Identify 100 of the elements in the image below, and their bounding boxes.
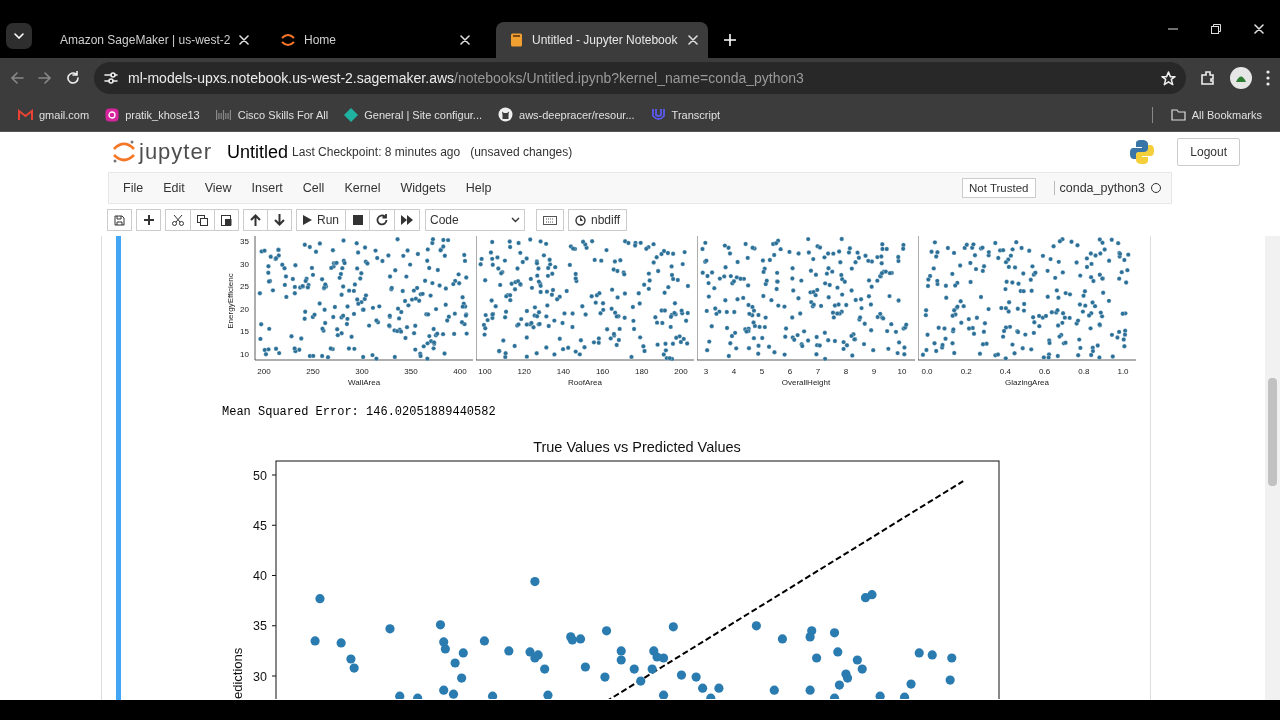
save-button[interactable] bbox=[107, 209, 132, 231]
tick-label: 300 bbox=[355, 367, 369, 376]
tick-label: 140 bbox=[556, 367, 571, 376]
copy-button[interactable] bbox=[190, 209, 215, 231]
menu-item[interactable]: Help bbox=[455, 181, 502, 195]
close-icon bbox=[238, 35, 249, 45]
browser-tab[interactable]: Untitled - Jupyter Notebook bbox=[496, 22, 708, 58]
bookmark-link[interactable]: pratik_khose13 bbox=[99, 102, 206, 127]
run-all-button[interactable] bbox=[394, 209, 420, 231]
tick-label: 200 bbox=[257, 367, 271, 376]
browser-tab[interactable]: Home bbox=[268, 22, 480, 58]
logo-text: jupyter bbox=[139, 139, 213, 165]
tick-label: 3 bbox=[703, 367, 709, 376]
forward-icon bbox=[38, 71, 52, 85]
mail-icon bbox=[18, 108, 33, 121]
more-icon bbox=[1266, 70, 1270, 86]
browser-tab[interactable]: Amazon SageMaker | us-west-2 bbox=[40, 22, 252, 58]
tick-label: 8 bbox=[843, 367, 849, 376]
more-menu-button[interactable] bbox=[1266, 70, 1270, 86]
tick-label: 9 bbox=[871, 367, 877, 376]
python-logo-icon bbox=[1129, 139, 1156, 165]
bars-icon bbox=[215, 108, 232, 121]
menu-item[interactable]: Kernel bbox=[334, 181, 391, 195]
bookmark-link[interactable]: aws-deepracer/resour... bbox=[492, 102, 641, 127]
reload-button[interactable] bbox=[66, 71, 80, 85]
tick-label: 4 bbox=[731, 367, 737, 376]
tick-label: 0.6 bbox=[1039, 367, 1051, 376]
address-bar[interactable]: ml-models-upxs.notebook.us-west-2.sagemaker.aws/notebooks/Untitled.ipynb?kernel_name=conda_python3 bbox=[94, 62, 1186, 94]
restore-icon bbox=[1210, 24, 1221, 34]
bookmark-link[interactable]: Cisco Skills For All bbox=[209, 102, 335, 127]
logout-button[interactable]: Logout bbox=[1177, 138, 1240, 166]
close-button[interactable] bbox=[238, 35, 249, 45]
keyboard-button[interactable] bbox=[536, 209, 564, 231]
tick-label: 5 bbox=[759, 367, 765, 376]
stop-button[interactable] bbox=[345, 209, 370, 231]
tick-label: 15 bbox=[240, 327, 249, 337]
tick-label: 25 bbox=[240, 282, 249, 292]
close-button[interactable] bbox=[460, 35, 470, 45]
axis-label: EnergyEfficienc bbox=[226, 273, 235, 329]
bookmarks-folder[interactable]: All Bookmarks bbox=[1164, 102, 1268, 127]
clock-icon bbox=[575, 214, 586, 226]
axis-label: GlazingArea bbox=[1005, 378, 1049, 387]
tick-label: 180 bbox=[635, 367, 649, 376]
bookmark-link[interactable]: Transcript bbox=[644, 102, 727, 127]
close-button[interactable] bbox=[688, 35, 698, 45]
tick-label: 120 bbox=[517, 367, 531, 376]
star-icon[interactable] bbox=[1161, 70, 1176, 86]
tick-label: 7 bbox=[815, 367, 821, 376]
close-icon bbox=[460, 35, 470, 45]
menu-item[interactable]: View bbox=[194, 181, 242, 195]
output-text: Mean Squared Error: 146.02051889440582 bbox=[222, 405, 497, 419]
tick-label: 0.0 bbox=[921, 367, 933, 376]
move-down-button[interactable] bbox=[267, 209, 292, 231]
menu-item[interactable]: Insert bbox=[241, 181, 293, 195]
notebook-name[interactable]: Untitled bbox=[227, 141, 289, 163]
menu-item[interactable]: File bbox=[113, 181, 154, 195]
copy-icon bbox=[197, 214, 208, 226]
tick-label: 30 bbox=[240, 259, 249, 269]
avatar-icon bbox=[1230, 67, 1252, 89]
bookmark-link[interactable]: General | Site configur... bbox=[338, 102, 488, 127]
run-button[interactable]: Run bbox=[296, 209, 346, 231]
scrollbar[interactable] bbox=[1265, 236, 1280, 700]
restart-button[interactable] bbox=[369, 209, 395, 231]
tab-search-button[interactable] bbox=[6, 23, 32, 49]
tick-label: 20 bbox=[240, 304, 249, 314]
extensions-button[interactable] bbox=[1200, 70, 1216, 86]
bookmark-link[interactable]: gmail.com bbox=[12, 102, 96, 127]
scrollbar-thumb[interactable] bbox=[1268, 378, 1277, 486]
cat-icon bbox=[498, 107, 513, 122]
move-up-button[interactable] bbox=[243, 209, 268, 231]
chart-title: True Values vs Predicted Values bbox=[533, 439, 741, 455]
checkpoint-status: Last Checkpoint: 8 minutes ago bbox=[292, 145, 461, 159]
tick-label: 250 bbox=[306, 367, 320, 376]
cell-type-select[interactable]: Code bbox=[425, 209, 525, 231]
insert-cell-button[interactable] bbox=[136, 209, 161, 231]
menu-item[interactable]: Cell bbox=[292, 181, 335, 195]
arrow-down-icon bbox=[274, 214, 285, 226]
trust-button[interactable]: Not Trusted bbox=[962, 178, 1036, 198]
paste-button[interactable] bbox=[214, 209, 239, 231]
profile-button[interactable] bbox=[1230, 67, 1252, 89]
stop-icon bbox=[352, 215, 363, 225]
menu-item[interactable]: Widgets bbox=[390, 181, 456, 195]
forward-button[interactable] bbox=[38, 71, 52, 85]
new-tab-button[interactable] bbox=[724, 34, 736, 46]
scissors-icon bbox=[172, 214, 184, 226]
tick-label: 30 bbox=[253, 669, 267, 684]
tick-label: 350 bbox=[404, 367, 418, 376]
tick-label: 100 bbox=[478, 367, 492, 376]
tick-label: 10 bbox=[240, 350, 249, 359]
axis-label: edictions bbox=[230, 647, 245, 699]
chevron-down-icon bbox=[14, 33, 24, 39]
axis-label: OverallHeight bbox=[781, 378, 831, 387]
keyboard-icon bbox=[543, 215, 557, 225]
tick-label: 160 bbox=[595, 367, 610, 376]
caret-icon bbox=[511, 217, 520, 223]
cut-button[interactable] bbox=[165, 209, 191, 231]
back-button[interactable] bbox=[10, 71, 24, 85]
nbdiff-button[interactable]: nbdiff bbox=[568, 209, 628, 231]
menu-item[interactable]: Edit bbox=[153, 181, 195, 195]
tick-label: 1.0 bbox=[1117, 367, 1129, 376]
